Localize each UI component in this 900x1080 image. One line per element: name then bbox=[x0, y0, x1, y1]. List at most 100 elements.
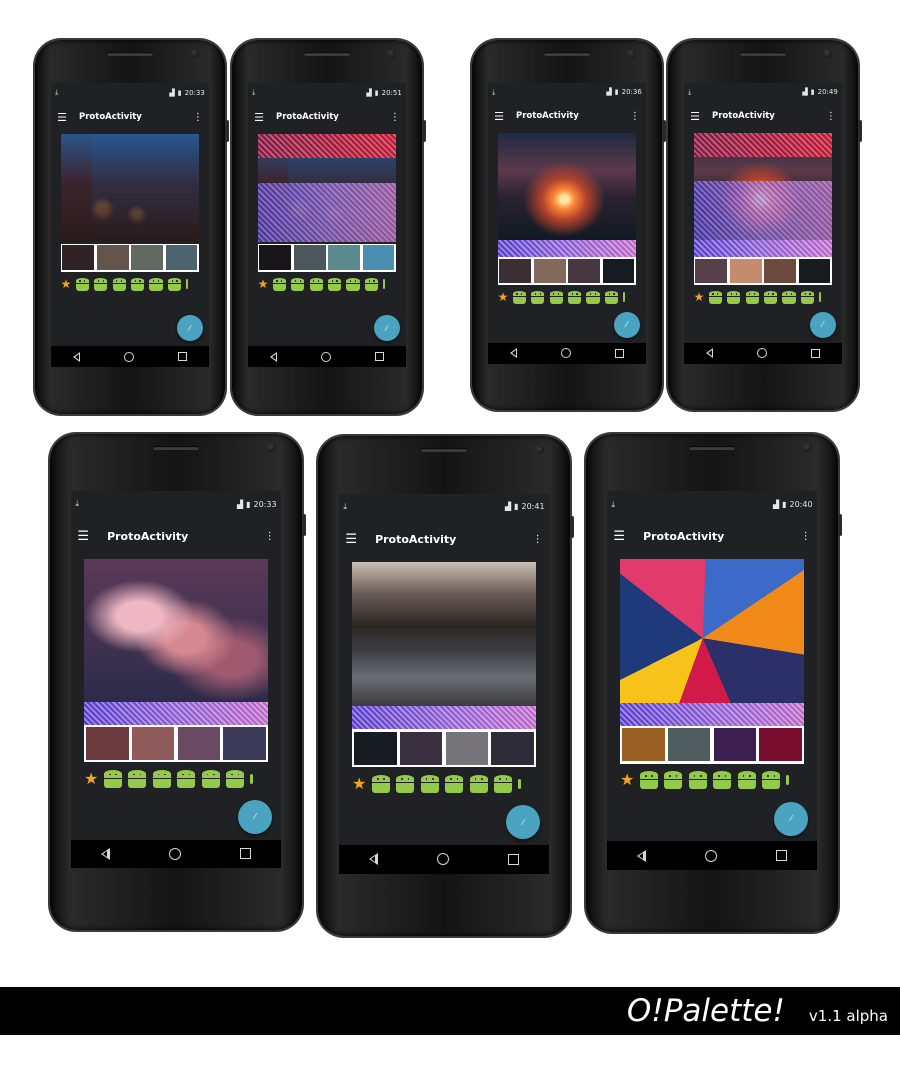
color-swatch[interactable] bbox=[62, 245, 95, 271]
download-icon: ⤓ bbox=[75, 499, 79, 509]
signal-icon: ▟ bbox=[236, 499, 244, 509]
recents-icon[interactable] bbox=[374, 352, 384, 362]
star-icon[interactable]: ★ bbox=[694, 291, 705, 303]
status-bar: ⤓ ▟ ▮ 20:36 bbox=[488, 83, 646, 103]
recents-icon[interactable] bbox=[240, 848, 252, 860]
color-swatch[interactable] bbox=[568, 258, 601, 284]
more-vert-icon[interactable]: ⋮ bbox=[193, 112, 203, 123]
toolbar-title: ProtoActivity bbox=[79, 112, 142, 123]
recents-icon[interactable] bbox=[614, 348, 624, 358]
color-swatch[interactable] bbox=[798, 258, 831, 284]
recents-icon[interactable] bbox=[810, 348, 820, 358]
home-icon[interactable] bbox=[168, 847, 181, 860]
home-icon[interactable] bbox=[320, 351, 331, 362]
navigation-bar bbox=[248, 345, 406, 368]
battery-icon: ▮ bbox=[514, 502, 519, 512]
speaker-grille bbox=[740, 52, 786, 56]
back-icon[interactable] bbox=[368, 853, 378, 866]
color-swatch[interactable] bbox=[165, 245, 198, 271]
status-time: 20:49 bbox=[817, 88, 838, 97]
more-vert-icon[interactable]: ⋮ bbox=[390, 112, 400, 123]
star-icon[interactable]: ★ bbox=[84, 770, 98, 787]
hamburger-icon[interactable]: ☰ bbox=[613, 529, 625, 544]
recents-icon[interactable] bbox=[177, 352, 187, 362]
fab-icon[interactable]: ⁄ bbox=[176, 315, 203, 342]
color-swatch[interactable] bbox=[533, 258, 566, 284]
back-icon[interactable] bbox=[73, 351, 81, 362]
color-swatch[interactable] bbox=[602, 258, 635, 284]
color-swatch[interactable] bbox=[259, 245, 292, 271]
side-button bbox=[570, 516, 574, 538]
color-swatch[interactable] bbox=[764, 258, 797, 284]
color-swatch[interactable] bbox=[354, 731, 397, 765]
color-swatch[interactable] bbox=[729, 258, 762, 284]
battery-icon: ▮ bbox=[374, 88, 379, 97]
star-icon[interactable]: ★ bbox=[498, 291, 509, 303]
phone-frame: ⤓ ▟ ▮ 20:41 ☰ ProtoActivity ⋮ ★ ⁄ bbox=[318, 436, 574, 936]
back-icon[interactable] bbox=[270, 351, 278, 362]
color-swatch[interactable] bbox=[86, 727, 129, 760]
home-icon[interactable] bbox=[123, 351, 134, 362]
preview-image bbox=[83, 558, 268, 703]
fab-icon[interactable]: ⁄ bbox=[809, 311, 836, 338]
home-icon[interactable] bbox=[560, 348, 571, 359]
color-swatch[interactable] bbox=[713, 728, 756, 762]
hamburger-icon[interactable]: ☰ bbox=[690, 110, 700, 123]
hamburger-icon[interactable]: ☰ bbox=[254, 111, 264, 124]
color-swatch[interactable] bbox=[759, 728, 802, 762]
home-icon[interactable] bbox=[436, 853, 449, 866]
color-swatch[interactable] bbox=[362, 245, 395, 271]
status-time: 20:33 bbox=[184, 88, 205, 97]
back-icon[interactable] bbox=[510, 348, 518, 359]
color-swatch[interactable] bbox=[293, 245, 326, 271]
color-swatch[interactable] bbox=[132, 727, 175, 760]
back-icon[interactable] bbox=[636, 849, 646, 862]
color-swatch[interactable] bbox=[622, 728, 665, 762]
color-swatch[interactable] bbox=[177, 727, 220, 760]
color-swatch[interactable] bbox=[445, 731, 488, 765]
more-vert-icon[interactable]: ⋮ bbox=[801, 531, 811, 542]
fab-icon[interactable]: ⁄ bbox=[774, 801, 809, 836]
hamburger-icon[interactable]: ☰ bbox=[77, 529, 89, 544]
color-swatch[interactable] bbox=[695, 258, 728, 284]
status-right: ▟ ▮ 20:40 bbox=[773, 500, 813, 509]
star-icon[interactable]: ★ bbox=[258, 278, 269, 290]
more-vert-icon[interactable]: ⋮ bbox=[533, 534, 543, 545]
fab-icon[interactable]: ⁄ bbox=[506, 805, 541, 840]
color-swatch[interactable] bbox=[668, 728, 711, 762]
app-toolbar: ☰ ProtoActivity ⋮ bbox=[71, 517, 280, 555]
hamburger-icon[interactable]: ☰ bbox=[57, 111, 67, 124]
status-time: 20:41 bbox=[521, 502, 545, 512]
color-swatch[interactable] bbox=[400, 731, 443, 765]
home-icon[interactable] bbox=[704, 849, 717, 862]
recents-icon[interactable] bbox=[776, 850, 788, 862]
app-toolbar: ☰ ProtoActivity ⋮ bbox=[339, 520, 548, 558]
color-swatch[interactable] bbox=[499, 258, 532, 284]
back-icon[interactable] bbox=[100, 847, 110, 860]
hamburger-icon[interactable]: ☰ bbox=[345, 532, 357, 547]
back-icon[interactable] bbox=[706, 348, 714, 359]
side-button bbox=[662, 120, 666, 142]
more-vert-icon[interactable]: ⋮ bbox=[265, 531, 275, 542]
color-swatch[interactable] bbox=[96, 245, 129, 271]
side-button bbox=[838, 514, 842, 536]
color-swatch[interactable] bbox=[223, 727, 266, 760]
download-icon: ⤓ bbox=[611, 499, 615, 509]
phone-frame: ⤓ ▟ ▮ 20:51 ☰ ProtoActivity ⋮ ★ ⁄ bbox=[232, 40, 426, 414]
status-time: 20:33 bbox=[253, 499, 277, 509]
navigation-bar bbox=[51, 345, 209, 368]
color-swatch[interactable] bbox=[131, 245, 164, 271]
recents-icon[interactable] bbox=[508, 853, 520, 865]
more-vert-icon[interactable]: ⋮ bbox=[630, 111, 640, 122]
more-vert-icon[interactable]: ⋮ bbox=[826, 111, 836, 122]
fab-icon[interactable]: ⁄ bbox=[238, 799, 273, 834]
fab-icon[interactable]: ⁄ bbox=[613, 311, 640, 338]
color-swatch[interactable] bbox=[491, 731, 534, 765]
home-icon[interactable] bbox=[756, 348, 767, 359]
hamburger-icon[interactable]: ☰ bbox=[494, 110, 504, 123]
star-icon[interactable]: ★ bbox=[620, 772, 634, 788]
fab-icon[interactable]: ⁄ bbox=[373, 315, 400, 342]
color-swatch[interactable] bbox=[328, 245, 361, 271]
star-icon[interactable]: ★ bbox=[352, 775, 366, 792]
star-icon[interactable]: ★ bbox=[61, 278, 72, 290]
